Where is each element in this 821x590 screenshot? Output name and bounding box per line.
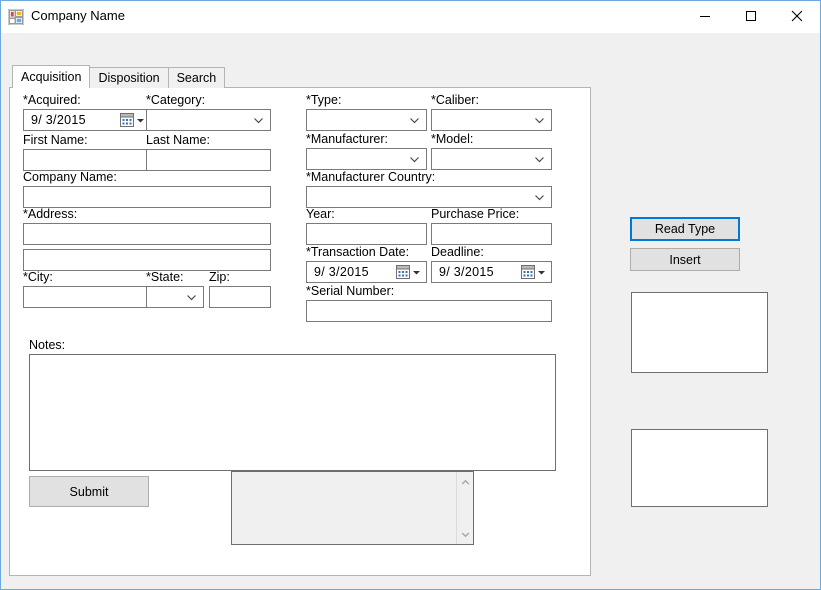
last-name-label: Last Name: <box>146 133 210 147</box>
chevron-down-icon <box>410 156 419 162</box>
address-line2-input[interactable] <box>23 249 271 271</box>
deadline-date-value: 9/ 3/2015 <box>439 265 494 279</box>
category-label: *Category: <box>146 93 206 107</box>
title-bar: Company Name <box>1 1 820 33</box>
chevron-down-icon <box>254 117 263 123</box>
deadline-datepicker[interactable]: 9/ 3/2015 <box>431 261 552 283</box>
insert-button[interactable]: Insert <box>630 248 740 271</box>
manufacturer-combobox[interactable] <box>306 148 427 170</box>
tab-strip: Acquisition Disposition Search <box>12 65 226 88</box>
chevron-down-icon <box>535 194 544 200</box>
notes-label: Notes: <box>29 338 66 352</box>
insert-button-label: Insert <box>669 252 701 267</box>
purchase-price-input[interactable] <box>431 223 552 245</box>
city-label: *City: <box>23 270 53 284</box>
application-window: Company Name Acquisition Disposition Sea… <box>0 0 821 590</box>
close-button[interactable] <box>774 1 820 31</box>
category-combobox[interactable] <box>146 109 271 131</box>
manufacturer-label: *Manufacturer: <box>306 132 388 146</box>
notes-textarea[interactable] <box>29 354 556 471</box>
state-label: *State: <box>146 270 184 284</box>
tab-acquisition[interactable]: Acquisition <box>12 65 91 88</box>
tab-disposition[interactable]: Disposition <box>89 67 169 88</box>
submit-button[interactable]: Submit <box>29 476 149 507</box>
first-name-label: First Name: <box>23 133 88 147</box>
chevron-down-icon <box>410 117 419 123</box>
state-combobox[interactable] <box>146 286 204 308</box>
calendar-icon <box>120 113 136 127</box>
company-name-input[interactable] <box>23 186 271 208</box>
manufacturer-country-label: *Manufacturer Country: <box>306 170 436 184</box>
read-type-button[interactable]: Read Type <box>630 217 740 241</box>
chevron-down-icon[interactable] <box>412 268 426 277</box>
type-combobox[interactable] <box>306 109 427 131</box>
listbox-bottom[interactable] <box>631 429 768 507</box>
minimize-button[interactable] <box>682 1 728 31</box>
last-name-input[interactable] <box>146 149 271 171</box>
tab-disposition-label: Disposition <box>98 71 160 85</box>
minimize-icon <box>700 16 710 17</box>
maximize-icon <box>746 11 756 21</box>
chevron-down-icon <box>535 117 544 123</box>
purchase-price-label: Purchase Price: <box>431 207 520 221</box>
winforms-app-icon <box>7 8 25 26</box>
scroll-up-icon[interactable] <box>461 475 470 489</box>
listbox-top[interactable] <box>631 292 768 373</box>
tab-page-acquisition: *Acquired: 9/ 3/2015 First Name: Company… <box>9 87 591 576</box>
address-label: *Address: <box>23 207 78 221</box>
scroll-down-icon[interactable] <box>461 527 470 541</box>
type-label: *Type: <box>306 93 342 107</box>
serial-number-input[interactable] <box>306 300 552 322</box>
year-input[interactable] <box>306 223 427 245</box>
close-icon <box>791 10 803 22</box>
output-textbox-field[interactable] <box>232 472 456 544</box>
tab-acquisition-label: Acquisition <box>21 70 82 84</box>
output-textbox[interactable] <box>231 471 474 545</box>
acquired-date-value: 9/ 3/2015 <box>31 113 86 127</box>
chevron-down-icon <box>535 156 544 162</box>
caliber-combobox[interactable] <box>431 109 552 131</box>
transaction-date-datepicker[interactable]: 9/ 3/2015 <box>306 261 427 283</box>
window-title: Company Name <box>31 8 125 23</box>
zip-input[interactable] <box>209 286 271 308</box>
calendar-icon <box>521 265 537 279</box>
first-name-input[interactable] <box>23 149 151 171</box>
acquired-label: *Acquired: <box>23 93 81 107</box>
acquired-datepicker[interactable]: 9/ 3/2015 <box>23 109 151 131</box>
maximize-button[interactable] <box>728 1 774 31</box>
submit-button-label: Submit <box>69 484 109 499</box>
read-type-button-label: Read Type <box>654 222 716 236</box>
tab-search-label: Search <box>176 71 217 85</box>
calendar-icon <box>396 265 412 279</box>
manufacturer-country-combobox[interactable] <box>306 186 552 208</box>
transaction-date-value: 9/ 3/2015 <box>314 265 369 279</box>
chevron-down-icon[interactable] <box>537 268 551 277</box>
address-line1-input[interactable] <box>23 223 271 245</box>
year-label: Year: <box>306 207 335 221</box>
zip-label: Zip: <box>209 270 230 284</box>
model-combobox[interactable] <box>431 148 552 170</box>
city-input[interactable] <box>23 286 151 308</box>
output-scrollbar[interactable] <box>456 472 473 544</box>
tab-search[interactable]: Search <box>167 67 226 88</box>
caliber-label: *Caliber: <box>431 93 479 107</box>
deadline-label: Deadline: <box>431 245 484 259</box>
company-name-label: Company Name: <box>23 170 117 184</box>
model-label: *Model: <box>431 132 474 146</box>
transaction-date-label: *Transaction Date: <box>306 245 410 259</box>
serial-number-label: *Serial Number: <box>306 284 395 298</box>
chevron-down-icon <box>187 294 196 300</box>
